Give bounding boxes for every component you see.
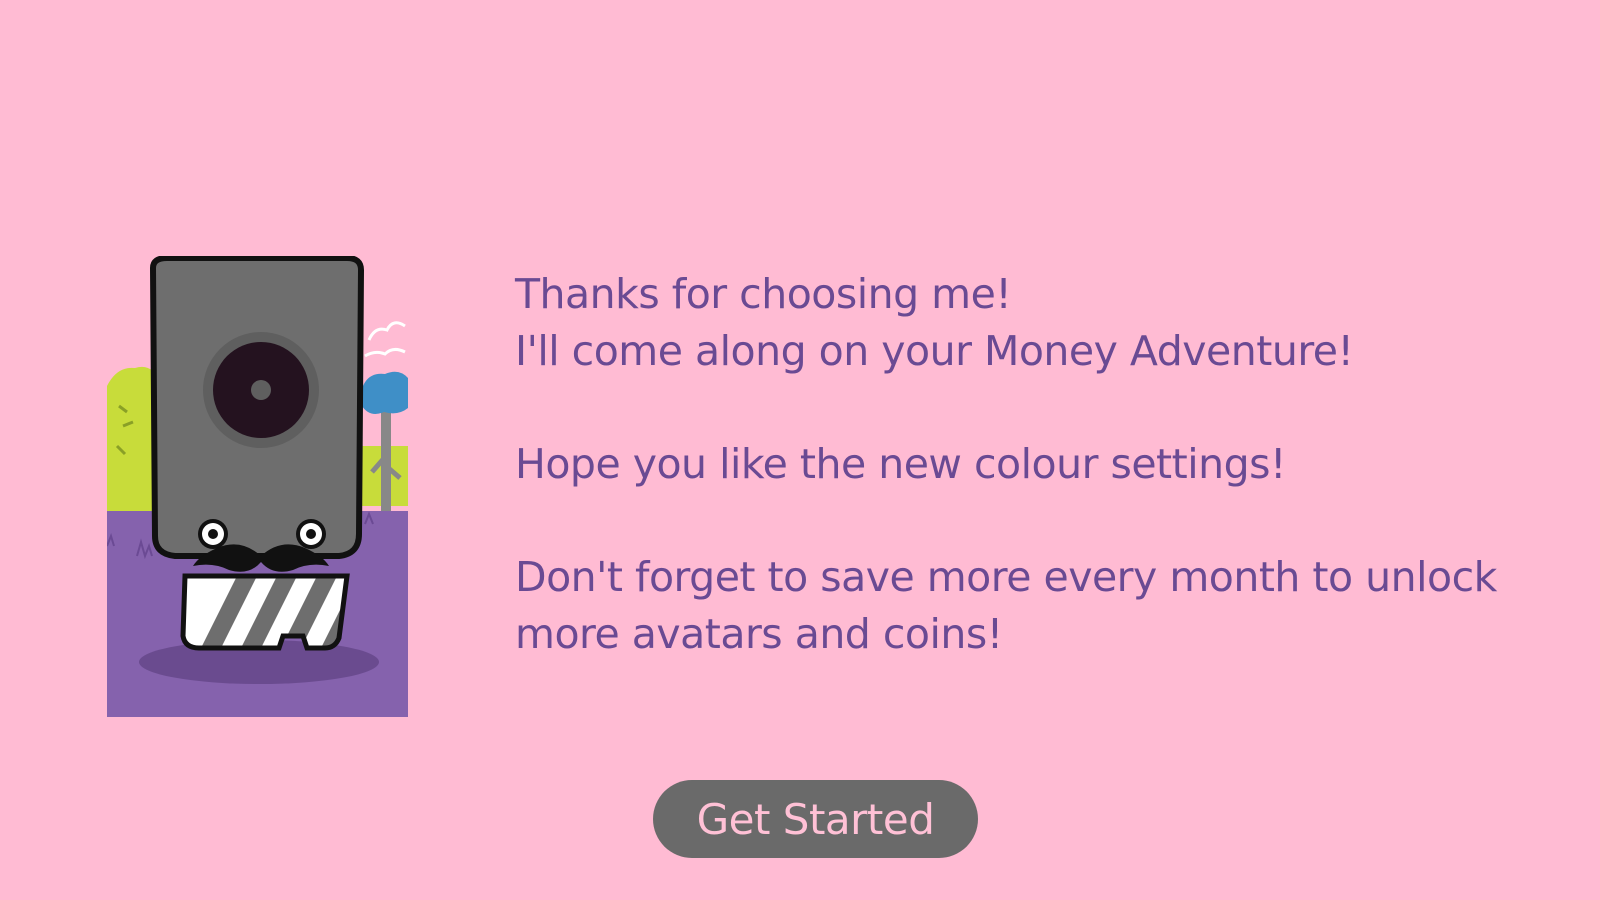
speaker-mustache-avatar-icon (107, 256, 408, 717)
message-line-unlock: more avatars and coins! (515, 610, 1003, 658)
welcome-message: Thanks for choosing me! I'll come along … (515, 266, 1575, 663)
avatar-confirmation-screen: Thanks for choosing me! I'll come along … (0, 0, 1600, 900)
message-line-adventure: I'll come along on your Money Adventure! (515, 327, 1354, 375)
message-line-colour: Hope you like the new colour settings! (515, 440, 1286, 488)
message-spacer (515, 380, 1575, 436)
message-spacer (515, 493, 1575, 549)
avatar-illustration (107, 256, 408, 717)
message-line-thanks: Thanks for choosing me! (515, 270, 1012, 318)
get-started-button[interactable]: Get Started (653, 780, 978, 858)
message-line-save: Don't forget to save more every month to… (515, 553, 1497, 601)
